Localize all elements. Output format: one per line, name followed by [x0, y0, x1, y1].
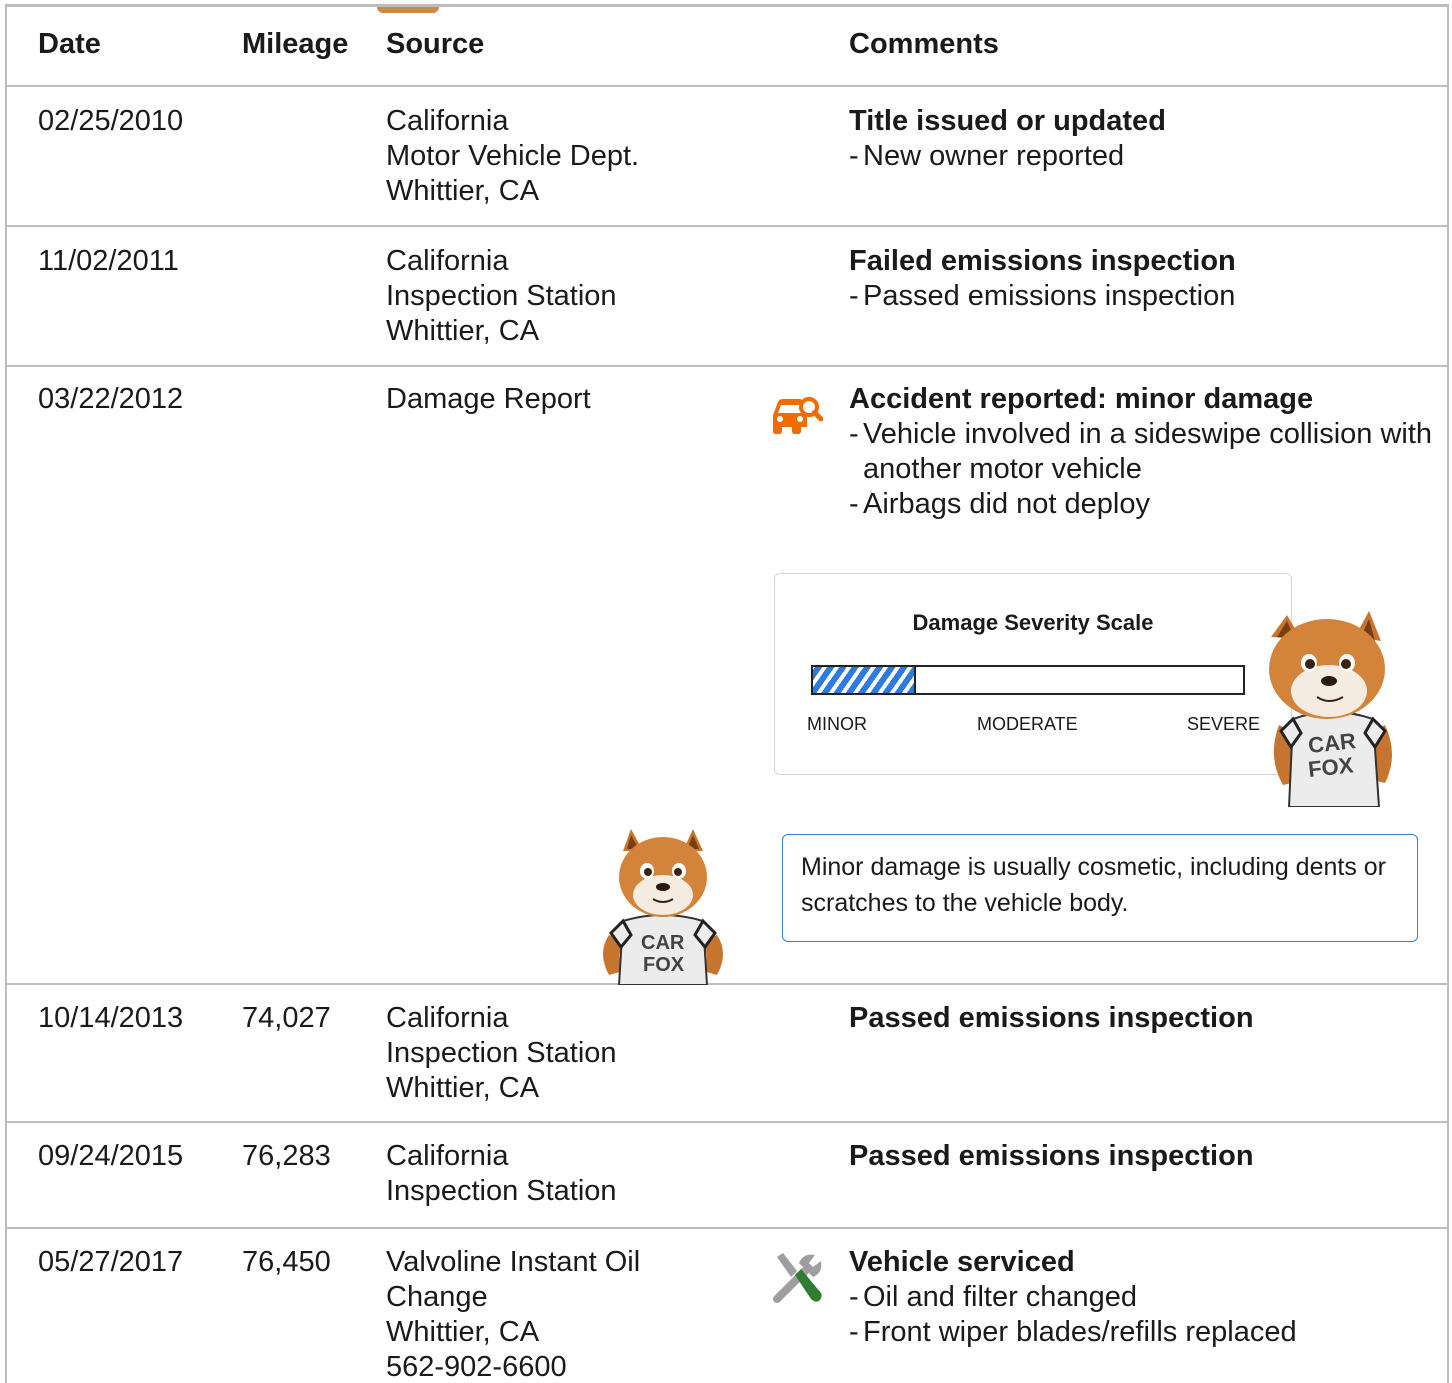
record-comments: Failed emissions inspection Passed emiss…	[849, 244, 1439, 314]
damage-note-box: Minor damage is usually cosmetic, includ…	[782, 834, 1418, 942]
severity-track	[811, 665, 1245, 695]
comment-title: Failed emissions inspection	[849, 245, 1236, 277]
comment-title: Passed emissions inspection	[849, 1002, 1254, 1034]
record-source: California Inspection Station Whittier, …	[386, 244, 746, 349]
table-row-accident: 03/22/2012 Damage Report Accident report…	[7, 367, 1447, 985]
source-line: Whittier, CA	[386, 175, 540, 207]
comment-title: Vehicle serviced	[849, 1246, 1075, 1278]
record-date: 10/14/2013	[38, 1002, 184, 1034]
fox-mascot-image: CAR FOX	[603, 829, 723, 985]
record-comments: Vehicle serviced Oil and filter changed …	[849, 1245, 1439, 1350]
comment-detail: Vehicle involved in a sideswipe collisio…	[849, 417, 1439, 487]
comment-title: Passed emissions inspection	[849, 1140, 1254, 1172]
comment-detail: New owner reported	[849, 139, 1439, 174]
table-row: 02/25/2010 California Motor Vehicle Dept…	[7, 87, 1447, 227]
record-source: Valvoline Instant Oil Change Whittier, C…	[386, 1245, 746, 1383]
severity-fill	[813, 667, 917, 693]
source-line: Valvoline Instant Oil	[386, 1246, 641, 1278]
table-row: 10/14/2013 74,027 California Inspection …	[7, 985, 1447, 1123]
damage-note-text: Minor damage is usually cosmetic, includ…	[801, 853, 1386, 917]
source-line: Inspection Station	[386, 280, 617, 312]
source-line: Motor Vehicle Dept.	[386, 140, 640, 172]
header-source: Source	[386, 28, 485, 60]
record-date: 05/27/2017	[38, 1246, 184, 1278]
header-comments: Comments	[849, 28, 999, 60]
svg-text:CAR: CAR	[641, 932, 685, 954]
record-date: 03/22/2012	[38, 383, 184, 415]
record-date: 09/24/2015	[38, 1140, 184, 1172]
header-mileage: Mileage	[242, 28, 349, 60]
record-comments: Title issued or updated New owner report…	[849, 104, 1439, 174]
severity-label-minor: MINOR	[807, 714, 867, 734]
record-source: Damage Report	[386, 382, 746, 417]
source-line: Inspection Station	[386, 1175, 617, 1207]
source-line: California	[386, 1140, 509, 1172]
severity-label-moderate: MODERATE	[977, 714, 1078, 734]
table-header: Date Mileage Source Comments	[7, 7, 1447, 87]
record-date: 11/02/2011	[38, 245, 179, 277]
record-mileage: 76,283	[242, 1140, 331, 1172]
fox-mascot-image: CAR FOX	[1269, 611, 1392, 807]
source-line: Whittier, CA	[386, 1316, 540, 1348]
record-comments: Passed emissions inspection	[849, 1139, 1439, 1174]
comment-title: Accident reported: minor damage	[849, 383, 1314, 415]
record-mileage: 76,450	[242, 1246, 331, 1278]
severity-title: Damage Severity Scale	[912, 610, 1154, 635]
record-comments: Accident reported: minor damage Vehicle …	[849, 382, 1439, 522]
header-date: Date	[38, 28, 101, 60]
record-mileage: 74,027	[242, 1002, 331, 1034]
source-line: Whittier, CA	[386, 315, 540, 347]
table-row-service: 05/27/2017 76,450 Valvoline Instant Oil …	[7, 1229, 1447, 1383]
source-line: California	[386, 245, 509, 277]
car-search-icon	[773, 397, 823, 434]
comment-detail: Front wiper blades/refills replaced	[849, 1315, 1439, 1350]
source-line: Damage Report	[386, 383, 591, 415]
history-table: Date Mileage Source Comments 02/25/2010 …	[5, 4, 1449, 1383]
comment-detail: Airbags did not deploy	[849, 487, 1439, 522]
source-line: 562-902-6600	[386, 1351, 567, 1383]
source-line: Change	[386, 1281, 488, 1313]
damage-severity-scale: Damage Severity Scale MINOR MODERATE SEV…	[774, 573, 1292, 775]
record-date: 02/25/2010	[38, 105, 184, 137]
table-row: 09/24/2015 76,283 California Inspection …	[7, 1123, 1447, 1229]
svg-text:FOX: FOX	[643, 954, 685, 976]
wrench-screwdriver-icon	[773, 1253, 822, 1303]
source-line: Inspection Station	[386, 1037, 617, 1069]
record-source: California Motor Vehicle Dept. Whittier,…	[386, 104, 746, 209]
comment-detail: Passed emissions inspection	[849, 279, 1439, 314]
svg-text:FOX: FOX	[1307, 752, 1355, 782]
record-source: California Inspection Station	[386, 1139, 746, 1209]
record-source: California Inspection Station Whittier, …	[386, 1001, 746, 1106]
comment-title: Title issued or updated	[849, 105, 1166, 137]
table-row: 11/02/2011 California Inspection Station…	[7, 227, 1447, 367]
source-line: California	[386, 105, 509, 137]
record-comments: Passed emissions inspection	[849, 1001, 1439, 1036]
source-line: Whittier, CA	[386, 1072, 540, 1104]
comment-detail: Oil and filter changed	[849, 1280, 1439, 1315]
source-line: California	[386, 1002, 509, 1034]
severity-label-severe: SEVERE	[1187, 714, 1261, 734]
